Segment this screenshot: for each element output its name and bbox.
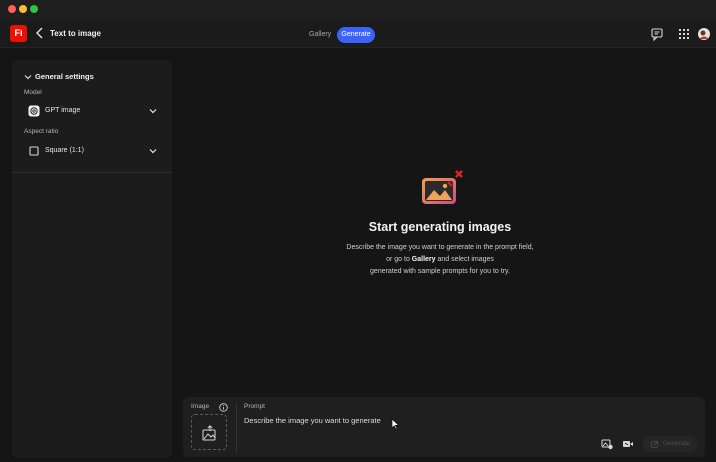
model-value: GPT image (45, 107, 81, 114)
feedback-icon[interactable] (650, 27, 664, 41)
section-title: General settings (35, 72, 94, 81)
model-select[interactable]: GPT image (24, 102, 160, 120)
tab-gallery[interactable]: Gallery (303, 27, 337, 43)
page-title: Text to image (50, 29, 101, 38)
line2-suffix: and select images (435, 256, 494, 263)
square-icon (29, 146, 39, 156)
image-upload-icon (202, 425, 216, 441)
gallery-link[interactable]: Gallery (412, 256, 436, 263)
info-icon[interactable] (219, 403, 228, 412)
aspect-ratio-value: Square (1:1) (45, 147, 84, 154)
window-titlebar (0, 0, 716, 20)
empty-state-line-1: Describe the image you want to generate … (346, 244, 534, 251)
image-upload-dropzone[interactable] (191, 414, 227, 450)
style-reference-icon[interactable] (601, 438, 613, 450)
empty-state-title: Start generating images (368, 220, 512, 234)
image-label: Image (191, 403, 210, 410)
model-label: Model (24, 89, 42, 96)
line2-prefix: or go to (386, 256, 412, 263)
image-generate-illustration-icon (422, 170, 463, 204)
aspect-ratio-select[interactable]: Square (1:1) (24, 142, 160, 160)
empty-state-line-2: or go to Gallery and select images (180, 256, 700, 263)
tab-generate[interactable]: Generate (337, 27, 375, 43)
minimize-window-button[interactable] (19, 5, 27, 13)
chevron-down-icon (24, 75, 32, 80)
sidebar-divider (12, 172, 172, 173)
video-camera-icon[interactable] (622, 438, 634, 450)
prompt-label: Prompt (244, 403, 265, 410)
generate-label: Generate (662, 440, 690, 447)
app-window: Fi Text to image Gallery Generate Genera… (0, 0, 716, 462)
empty-state-line-3: generated with sample prompts for you to… (370, 268, 510, 275)
maximize-window-button[interactable] (30, 5, 38, 13)
back-arrow-icon[interactable] (34, 26, 46, 40)
aspect-ratio-label: Aspect ratio (24, 128, 59, 135)
edit-icon (651, 440, 659, 448)
chevron-down-icon (149, 149, 157, 154)
prompt-input[interactable]: Describe the image you want to generate (244, 416, 381, 425)
close-window-button[interactable] (8, 5, 16, 13)
app-header: Fi Text to image Gallery Generate (0, 20, 716, 48)
general-settings-toggle[interactable]: General settings (24, 72, 94, 81)
gpt-logo-icon (28, 105, 40, 117)
chevron-down-icon (149, 109, 157, 114)
settings-sidebar: General settings Model GPT image Aspect … (12, 60, 172, 458)
prompt-divider (236, 403, 237, 453)
avatar[interactable] (697, 27, 711, 41)
generate-button[interactable]: Generate (643, 436, 697, 452)
apps-grid-icon[interactable] (677, 27, 691, 41)
prompt-panel: Image Prompt Describe the image you want… (183, 397, 705, 457)
app-logo[interactable]: Fi (10, 25, 27, 42)
mouse-cursor-icon (391, 418, 400, 430)
